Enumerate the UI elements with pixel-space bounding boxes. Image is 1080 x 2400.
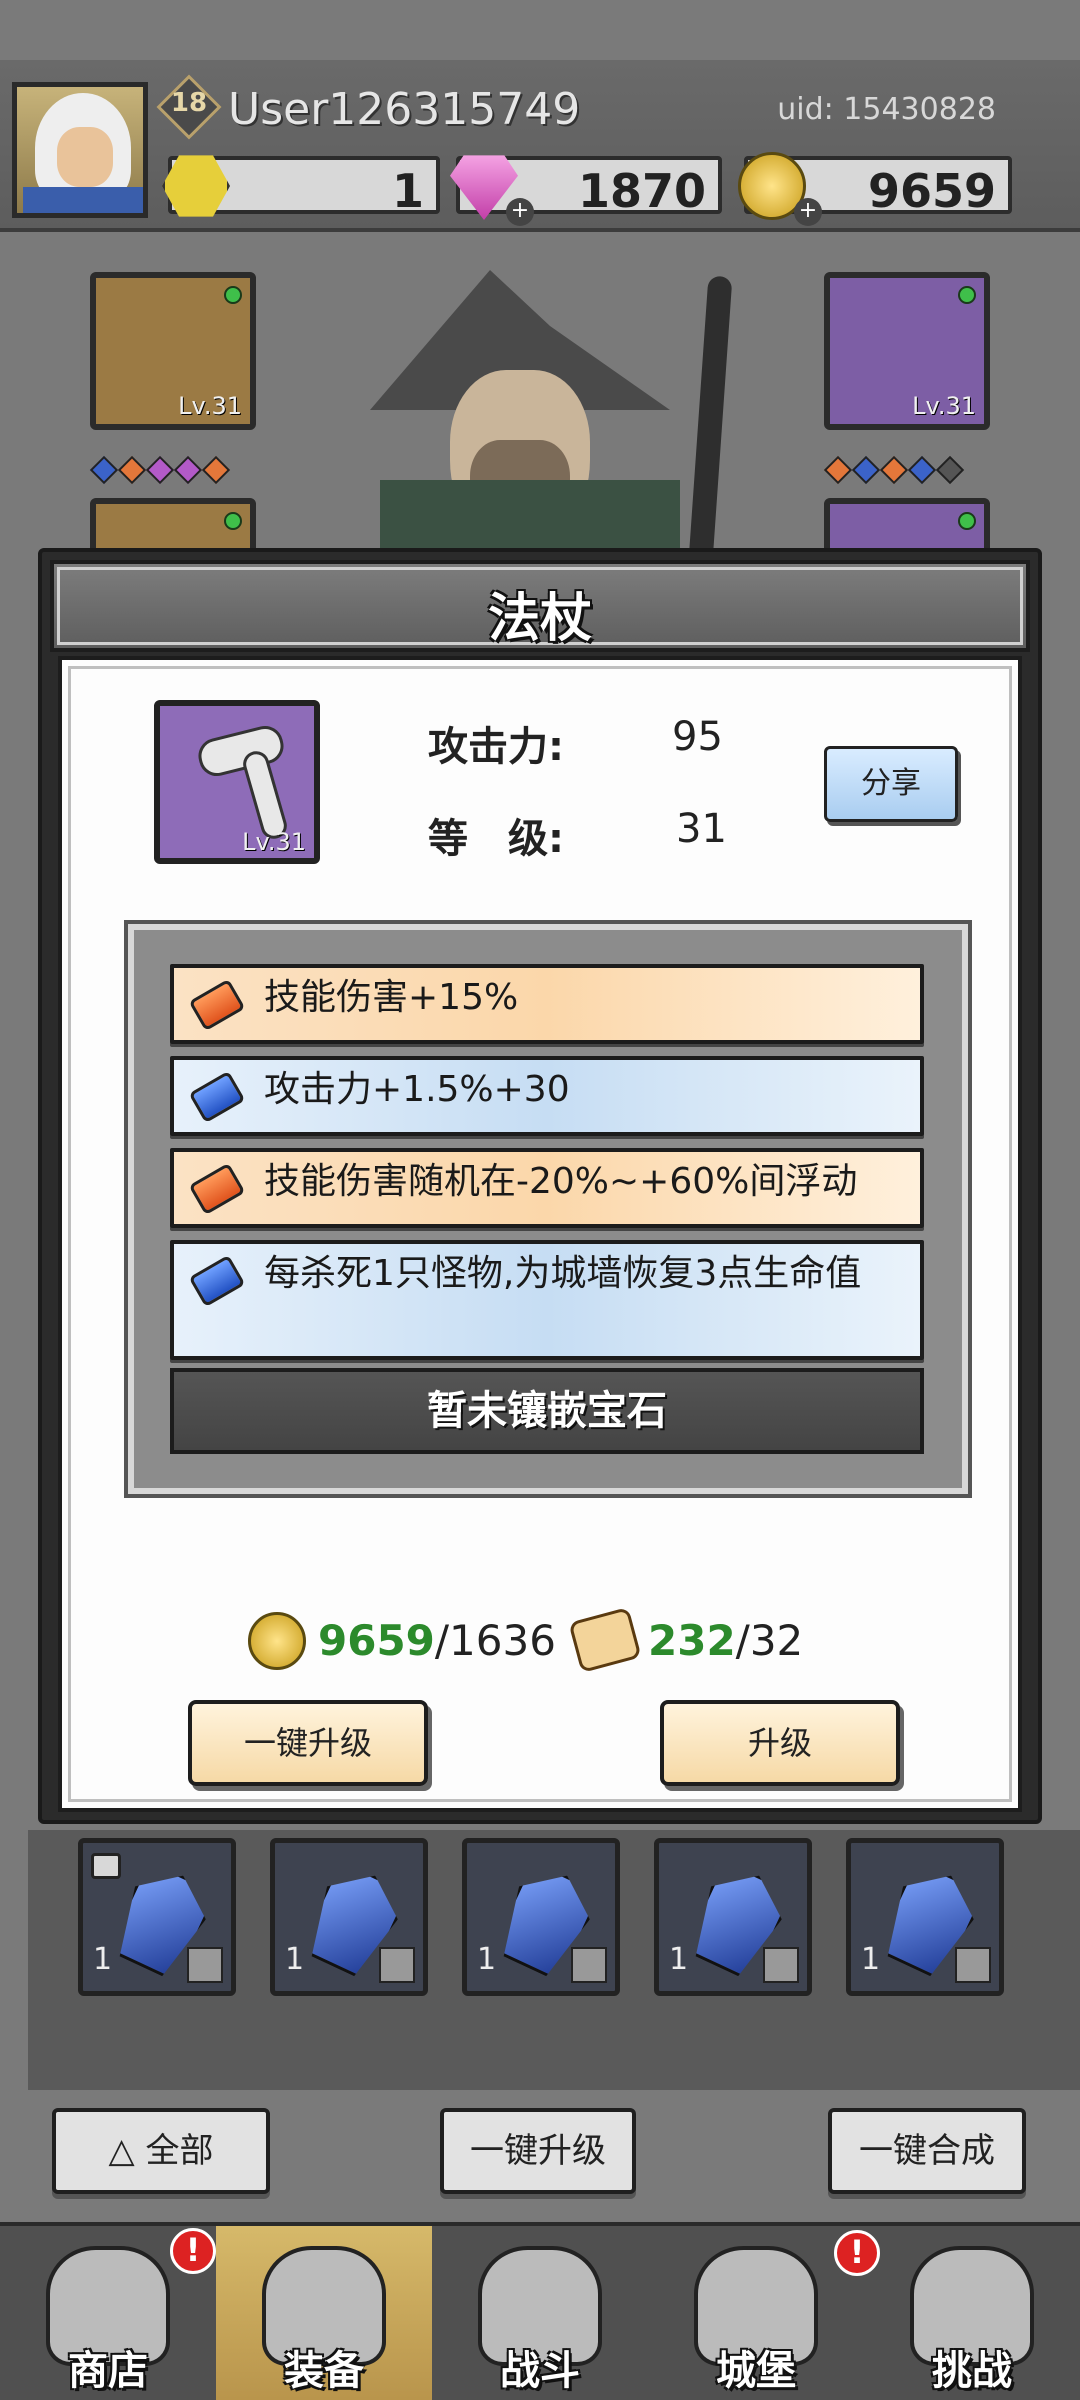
attributes-panel: 技能伤害+15% 攻击力+1.5%+30 技能伤害随机在-20%~+60%间浮动… bbox=[124, 920, 972, 1498]
item-count: 1 bbox=[669, 1942, 689, 1977]
avatar-face bbox=[57, 127, 113, 187]
modal-header: 法杖 bbox=[50, 560, 1030, 652]
filter-all-label: 全部 bbox=[145, 2131, 214, 2171]
tab-equipment[interactable]: 装备 bbox=[216, 2226, 432, 2400]
slot-type-icon bbox=[955, 1947, 991, 1983]
inventory-slot[interactable]: 1 bbox=[78, 1838, 236, 1996]
scroll-need: /32 bbox=[735, 1616, 804, 1665]
resource-hex-token: 1 bbox=[162, 155, 440, 218]
modal-body: Lv.31 攻击力: 95 等 级: 31 分享 技能伤害+15% 攻击力+1.… bbox=[58, 656, 1022, 1812]
alert-badge: ! bbox=[170, 2228, 216, 2274]
slot-type-icon bbox=[763, 1947, 799, 1983]
modal-title: 法杖 bbox=[487, 589, 592, 649]
level-label: 等 级: bbox=[428, 816, 564, 862]
tab-battle-label: 战斗 bbox=[500, 2348, 580, 2394]
attack-label: 攻击力: bbox=[428, 724, 564, 770]
blue-gem-icon bbox=[188, 1070, 246, 1124]
gold-cost: 9659/1636 bbox=[318, 1616, 556, 1665]
add-gem-icon[interactable]: + bbox=[506, 198, 534, 226]
slot-type-icon bbox=[571, 1947, 607, 1983]
status-dot bbox=[224, 286, 242, 304]
attribute-row: 技能伤害随机在-20%~+60%间浮动 bbox=[170, 1148, 924, 1228]
attribute-row: 每杀死1只怪物,为城墙恢复3点生命值 bbox=[170, 1240, 924, 1360]
equip-slot-helmet[interactable]: Lv.31 bbox=[90, 272, 256, 430]
top-bar: 18 User126315749 uid: 15430828 1 + 1870 … bbox=[0, 60, 1080, 232]
level-value: 31 bbox=[676, 806, 727, 852]
staff-gem-row bbox=[823, 455, 965, 485]
attribute-text: 攻击力+1.5%+30 bbox=[264, 1069, 570, 1110]
attack-value: 95 bbox=[672, 714, 723, 760]
upgrade-button[interactable]: 升级 bbox=[660, 1700, 900, 1786]
orange-gem-icon bbox=[188, 978, 246, 1032]
empty-gem-slot[interactable]: 暂未镶嵌宝石 bbox=[170, 1368, 924, 1454]
attribute-row: 技能伤害+15% bbox=[170, 964, 924, 1044]
attribute-text: 技能伤害+15% bbox=[264, 977, 519, 1018]
status-dot bbox=[224, 512, 242, 530]
wizard-staff bbox=[687, 275, 733, 577]
gold-have: 9659 bbox=[318, 1616, 435, 1665]
quick-upgrade-button[interactable]: 一键升级 bbox=[188, 1700, 428, 1786]
inventory-slot[interactable]: 1 bbox=[462, 1838, 620, 1996]
scroll-have: 232 bbox=[648, 1616, 736, 1665]
lock-icon bbox=[91, 1853, 121, 1879]
item-count: 1 bbox=[285, 1942, 305, 1977]
slot-type-icon bbox=[187, 1947, 223, 1983]
item-count: 1 bbox=[861, 1942, 881, 1977]
staff-head-shape bbox=[194, 722, 288, 780]
hex-token-icon bbox=[162, 155, 230, 217]
tab-challenge[interactable]: 挑战 bbox=[864, 2226, 1080, 2400]
resource-gem: + 1870 bbox=[450, 155, 722, 226]
status-dot bbox=[958, 286, 976, 304]
tab-shop[interactable]: 商店 ! bbox=[0, 2226, 216, 2400]
attribute-row: 攻击力+1.5%+30 bbox=[170, 1056, 924, 1136]
game-screen: 18 User126315749 uid: 15430828 1 + 1870 … bbox=[0, 0, 1080, 2400]
item-level: Lv.31 bbox=[242, 828, 306, 856]
item-count: 1 bbox=[93, 1942, 113, 1977]
slot-level: Lv.31 bbox=[178, 392, 242, 420]
add-gold-icon[interactable]: + bbox=[794, 198, 822, 226]
orange-gem-icon bbox=[188, 1162, 246, 1216]
avatar-body bbox=[23, 187, 143, 213]
bottom-nav: 商店 ! 装备 战斗 城堡 ! 挑战 bbox=[0, 2222, 1080, 2400]
quick-merge-button[interactable]: 一键合成 bbox=[828, 2108, 1026, 2194]
triangle-up-icon: △ bbox=[108, 2131, 146, 2171]
equip-slot-staff[interactable]: Lv.31 bbox=[824, 272, 990, 430]
tab-castle[interactable]: 城堡 ! bbox=[648, 2226, 880, 2400]
slot-type-icon bbox=[379, 1947, 415, 1983]
inventory-slot[interactable]: 1 bbox=[270, 1838, 428, 1996]
item-count: 1 bbox=[477, 1942, 497, 1977]
inventory-slot[interactable]: 1 bbox=[654, 1838, 812, 1996]
tab-castle-label: 城堡 bbox=[716, 2348, 796, 2394]
blue-gem-icon bbox=[188, 1254, 246, 1308]
filter-all-button[interactable]: △ 全部 bbox=[52, 2108, 270, 2194]
inventory-slot[interactable]: 1 bbox=[846, 1838, 1004, 1996]
scroll-icon bbox=[568, 1606, 642, 1674]
status-dot bbox=[958, 512, 976, 530]
gem-value: 1870 bbox=[577, 164, 706, 218]
player-name: User126315749 bbox=[228, 84, 581, 135]
resource-gold: + 9659 bbox=[738, 152, 1012, 226]
inventory-grid: 1 1 1 1 1 bbox=[28, 1830, 1080, 2090]
attribute-text: 技能伤害随机在-20%~+60%间浮动 bbox=[264, 1161, 858, 1202]
gold-coin-icon bbox=[248, 1612, 306, 1670]
staff-item-icon: Lv.31 bbox=[154, 700, 320, 864]
tab-battle[interactable]: 战斗 bbox=[432, 2226, 648, 2400]
item-detail-modal: 法杖 Lv.31 攻击力: 95 等 级: 31 分享 技能伤害+15% 攻击力… bbox=[38, 548, 1042, 1824]
player-level: 18 bbox=[170, 88, 208, 118]
quick-upgrade-all-button[interactable]: 一键升级 bbox=[440, 2108, 636, 2194]
gold-need: /1636 bbox=[434, 1616, 556, 1665]
hex-token-value: 1 bbox=[391, 164, 424, 218]
tab-challenge-label: 挑战 bbox=[932, 2348, 1012, 2394]
scroll-cost: 232/32 bbox=[648, 1616, 803, 1665]
attribute-text: 每杀死1只怪物,为城墙恢复3点生命值 bbox=[264, 1253, 862, 1294]
player-avatar[interactable] bbox=[12, 82, 148, 218]
gold-value: 9659 bbox=[867, 164, 996, 218]
slot-level: Lv.31 bbox=[912, 392, 976, 420]
tab-equipment-label: 装备 bbox=[284, 2348, 364, 2394]
helmet-gem-row bbox=[89, 455, 231, 485]
tab-shop-label: 商店 bbox=[68, 2348, 148, 2394]
player-uid: uid: 15430828 bbox=[777, 92, 996, 127]
share-button[interactable]: 分享 bbox=[824, 746, 958, 822]
